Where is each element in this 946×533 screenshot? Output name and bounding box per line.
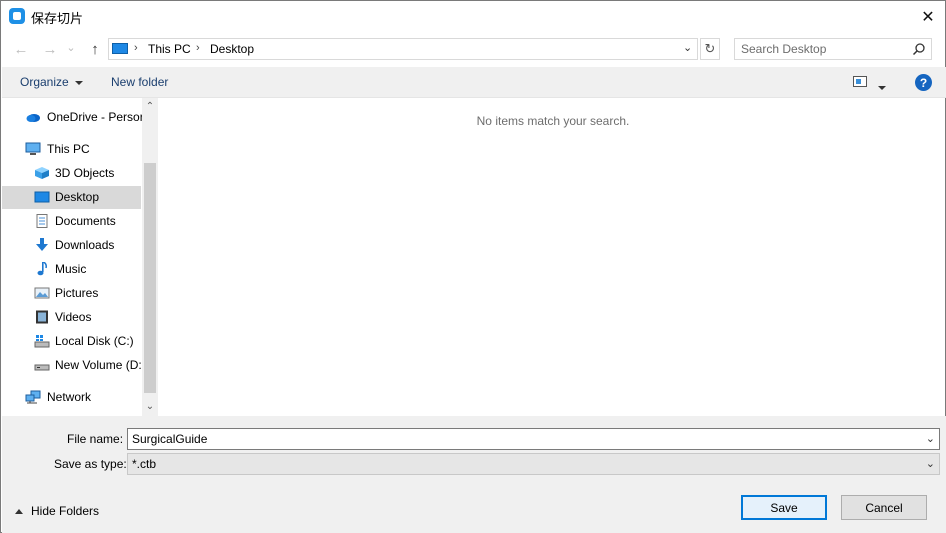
change-view-icon[interactable] (853, 76, 867, 87)
help-button[interactable]: ? (915, 74, 932, 91)
drive-icon (34, 364, 50, 371)
organize-button[interactable]: Organize (20, 75, 83, 89)
nav-item-onedrive[interactable]: OneDrive - Persor (2, 106, 144, 129)
file-name-dropdown-chevron-icon[interactable]: ⌄ (926, 432, 935, 445)
hide-folders-button[interactable]: Hide Folders (15, 504, 99, 518)
back-arrow-icon[interactable]: ← (11, 39, 31, 59)
search-placeholder: Search Desktop (741, 42, 827, 56)
picture-icon (34, 287, 50, 299)
breadcrumb-this-pc[interactable]: This PC (148, 42, 191, 56)
cancel-button[interactable]: Cancel (841, 495, 927, 520)
file-name-field[interactable]: SurgicalGuide ⌄ (127, 428, 940, 450)
document-icon (36, 214, 48, 228)
empty-results-message: No items match your search. (476, 114, 630, 128)
video-icon (36, 310, 48, 324)
breadcrumb-separator-icon: › (196, 42, 200, 54)
music-icon (37, 262, 47, 276)
up-arrow-icon[interactable]: ↑ (85, 39, 105, 59)
save-button[interactable]: Save (741, 495, 827, 520)
address-bar[interactable]: › This PC › Desktop ⌄ (108, 38, 698, 60)
nav-item-label: Local Disk (C:) (55, 334, 134, 348)
cube-icon (35, 167, 49, 179)
address-dropdown-chevron-icon[interactable]: ⌄ (683, 41, 692, 54)
file-name-label: File name: (67, 432, 124, 446)
save-type-select[interactable]: *.ctb ⌄ (127, 453, 940, 475)
network-icon (25, 390, 41, 404)
nav-scrollbar-thumb[interactable] (144, 163, 156, 393)
scroll-down-arrow-icon[interactable]: ⌄ (142, 401, 158, 413)
nav-item-network[interactable]: Network (2, 386, 141, 409)
view-options-caret-icon[interactable] (878, 80, 886, 94)
nav-item-label: New Volume (D: (55, 358, 142, 372)
nav-item-documents[interactable]: Documents (2, 210, 141, 233)
breadcrumb-desktop[interactable]: Desktop (210, 42, 254, 56)
search-input[interactable]: Search Desktop (734, 38, 932, 60)
save-dialog: 保存切片 ✕ ← → ⌄ ↑ › This PC › Desktop ⌄ ↻ S… (0, 0, 946, 533)
recent-locations-chevron-icon[interactable]: ⌄ (64, 37, 78, 57)
caret-up-icon (15, 509, 23, 515)
app-icon (9, 8, 25, 24)
nav-item-desktop[interactable]: Desktop (2, 186, 141, 209)
search-icon (912, 43, 925, 56)
download-icon (36, 238, 48, 251)
scroll-up-arrow-icon[interactable]: ⌃ (142, 101, 158, 113)
nav-item-label: Music (55, 262, 87, 276)
close-button[interactable]: ✕ (911, 1, 945, 32)
save-type-label: Save as type: (54, 457, 127, 471)
nav-item-label: This PC (47, 142, 90, 156)
computer-icon (25, 142, 41, 155)
save-type-dropdown-chevron-icon[interactable]: ⌄ (926, 457, 935, 470)
command-bar: Organize New folder ? (2, 67, 946, 98)
nav-item-label: Desktop (55, 190, 100, 204)
nav-item-downloads[interactable]: Downloads (2, 234, 141, 257)
file-name-value: SurgicalGuide (132, 432, 208, 446)
nav-item-this-pc[interactable]: This PC (2, 138, 141, 161)
nav-item-videos[interactable]: Videos (2, 306, 141, 329)
computer-icon (112, 43, 128, 54)
nav-item-music[interactable]: Music (2, 258, 141, 281)
nav-item-label: Downloads (55, 238, 115, 252)
nav-item-pictures[interactable]: Pictures (2, 282, 141, 305)
nav-item-label: Documents (55, 214, 116, 228)
nav-item-3d-objects[interactable]: 3D Objects (2, 162, 141, 185)
nav-item-label: OneDrive - Persor (47, 110, 144, 124)
new-folder-button[interactable]: New folder (111, 75, 168, 89)
navigation-pane: OneDrive - Persor This PC 3D Objects Des… (2, 98, 158, 416)
nav-item-local-disk[interactable]: Local Disk (C:) (2, 330, 141, 353)
desktop-icon (34, 191, 50, 203)
nav-item-label: 3D Objects (55, 166, 115, 180)
nav-item-label: Videos (55, 310, 92, 324)
cloud-icon (26, 114, 40, 122)
save-type-value: *.ctb (132, 457, 157, 471)
nav-item-new-volume[interactable]: New Volume (D: (2, 354, 142, 377)
nav-item-label: Network (47, 390, 92, 404)
title-bar: 保存切片 ✕ (1, 1, 945, 32)
caret-down-icon (74, 80, 83, 85)
disk-icon (34, 335, 50, 348)
window-title: 保存切片 (31, 11, 84, 26)
breadcrumb-separator-icon: › (134, 42, 138, 54)
refresh-button[interactable]: ↻ (700, 38, 720, 60)
nav-item-label: Pictures (55, 286, 99, 300)
forward-arrow-icon[interactable]: → (40, 39, 60, 59)
